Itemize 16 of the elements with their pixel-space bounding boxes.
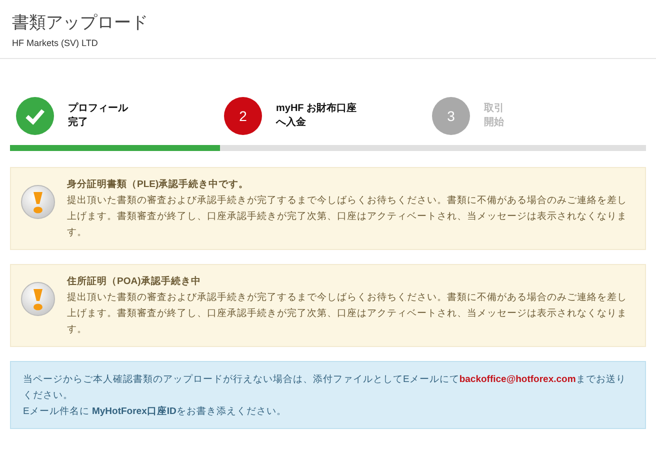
alert-title: 住所証明（POA)承認手続き中: [67, 274, 202, 289]
step-number: 3: [432, 97, 470, 135]
step-label: プロフィール 完了: [68, 102, 128, 130]
step-label: myHF お財布口座 へ入金: [276, 102, 357, 130]
company-name: HF Markets (SV) LTD: [12, 38, 99, 48]
step-number: 2: [224, 97, 262, 135]
alert-message: 提出頂いた書類の審査および承認手続きが完了するまで今しばらくお待ちください。書類に不備がある場合のみご連絡を差し上げます。書類審査が終了し、口座承認手続きが完了次第、口座はアクティベートされ、当メッセージは表示されなくなります。: [67, 291, 628, 337]
alert-message: 提出頂いた書類の審査および承認手続きが完了するまで今しばらくお待ちください。書類に不備がある場合のみご連絡を差し上げます。書類審査が終了し、口座承認手続きが完了次第、口座はアクティベートされ、当メッセージは表示されなくなります。: [67, 194, 628, 240]
info-message: Eメール件名に MyHotForex口座IDをお書き添えください。: [23, 404, 288, 419]
info-message: 当ページからご本人確認書類のアップロードが行えない場合は、添付ファイルとしてEメールにて backoffice@hotforex.com までお送りください。: [23, 373, 627, 403]
page-title: 書類アップロード: [12, 12, 149, 34]
warning-icon: [21, 185, 55, 219]
email-link[interactable]: backoffice@hotforex.com: [459, 374, 576, 385]
step-label: 取引 開始: [484, 102, 504, 130]
alert-title: 身分証明書類（PLE)承認手続き中です。: [67, 178, 250, 192]
warning-icon: [21, 282, 55, 316]
